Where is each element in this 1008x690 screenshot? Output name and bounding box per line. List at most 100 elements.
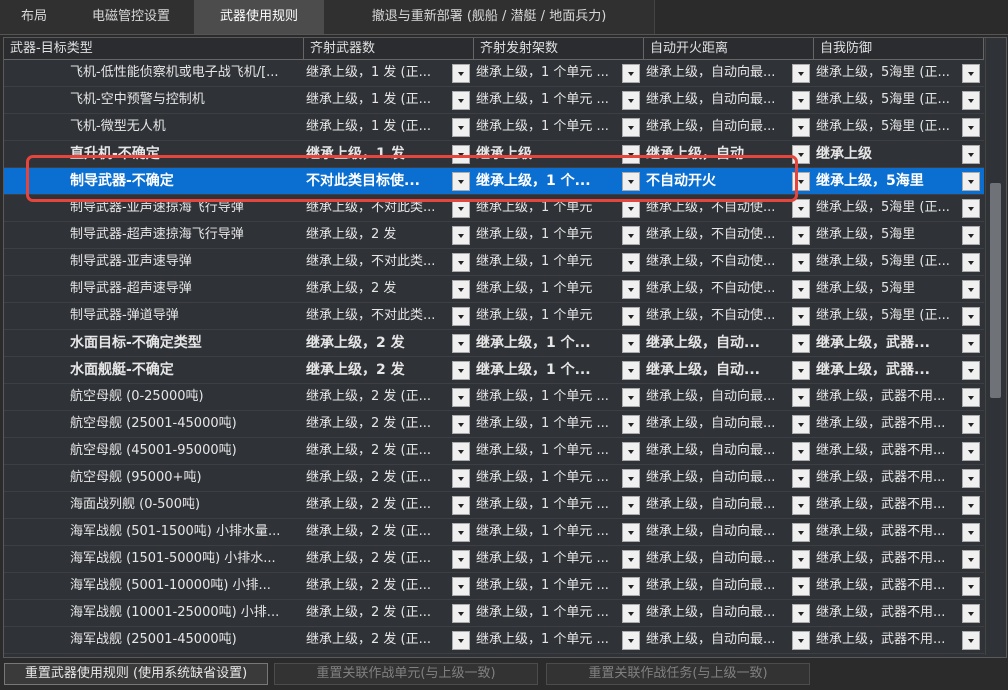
auto-fire-range-value[interactable]: 继承上级，自动向最...: [646, 546, 790, 572]
chevron-down-icon[interactable]: [622, 442, 640, 461]
chevron-down-icon[interactable]: [792, 118, 810, 137]
chevron-down-icon[interactable]: [792, 253, 810, 272]
chevron-down-icon[interactable]: [452, 442, 470, 461]
auto-fire-range-value[interactable]: 继承上级，自动向最...: [646, 465, 790, 491]
chevron-down-icon[interactable]: [962, 631, 980, 650]
vertical-scrollbar[interactable]: [985, 38, 1006, 655]
chevron-down-icon[interactable]: [792, 145, 810, 164]
chevron-down-icon[interactable]: [622, 91, 640, 110]
chevron-down-icon[interactable]: [962, 118, 980, 137]
salvo-launchers-value[interactable]: 继承上级，1 个单元 ...: [476, 627, 620, 653]
salvo-launchers-value[interactable]: 继承上级，1 个单元: [476, 249, 620, 275]
chevron-down-icon[interactable]: [792, 226, 810, 245]
self-defense-value[interactable]: 继承上级，武器不用...: [816, 438, 960, 464]
salvo-launchers-value[interactable]: 继承上级，1 个单元 ...: [476, 438, 620, 464]
self-defense-value[interactable]: 继承上级，武器不用...: [816, 465, 960, 491]
chevron-down-icon[interactable]: [622, 172, 640, 191]
chevron-down-icon[interactable]: [792, 577, 810, 596]
salvo-weapons-value[interactable]: 继承上级，2 发 (正...: [306, 573, 450, 599]
chevron-down-icon[interactable]: [622, 361, 640, 380]
table-row[interactable]: 直升机-不确定 继承上级，1 发继承上级 继承上级，自动... 继承上级: [4, 141, 984, 168]
chevron-down-icon[interactable]: [622, 64, 640, 83]
chevron-down-icon[interactable]: [622, 226, 640, 245]
chevron-down-icon[interactable]: [792, 469, 810, 488]
chevron-down-icon[interactable]: [452, 64, 470, 83]
table-row[interactable]: 海军战舰 (10001-25000吨) 小排... 继承上级，2 发 (正... 继…: [4, 600, 984, 627]
salvo-weapons-value[interactable]: 继承上级，2 发: [306, 276, 450, 302]
table-row[interactable]: 海面战列舰 (0-500吨) 继承上级，2 发 (正... 继承上级，1 个单元 .…: [4, 492, 984, 519]
auto-fire-range-value[interactable]: 继承上级，自动向最...: [646, 60, 790, 86]
salvo-launchers-value[interactable]: 继承上级，1 个单元 ...: [476, 114, 620, 140]
chevron-down-icon[interactable]: [452, 604, 470, 623]
chevron-down-icon[interactable]: [452, 334, 470, 353]
chevron-down-icon[interactable]: [962, 199, 980, 218]
table-row[interactable]: 航空母舰 (25001-45000吨) 继承上级，2 发 (正... 继承上级，1 …: [4, 411, 984, 438]
self-defense-value[interactable]: 继承上级，武器不用...: [816, 411, 960, 437]
chevron-down-icon[interactable]: [962, 64, 980, 83]
chevron-down-icon[interactable]: [622, 253, 640, 272]
table-row[interactable]: 航空母舰 (0-25000吨) 继承上级，2 发 (正... 继承上级，1 个单元 …: [4, 384, 984, 411]
self-defense-value[interactable]: 继承上级，武器不用...: [816, 573, 960, 599]
chevron-down-icon[interactable]: [622, 199, 640, 218]
self-defense-value[interactable]: 继承上级，5海里 (正...: [816, 87, 960, 113]
tab-layout[interactable]: 布局: [0, 0, 69, 34]
chevron-down-icon[interactable]: [622, 469, 640, 488]
table-row[interactable]: 制导武器-弹道导弹 继承上级，不对此类... 继承上级，1 个单元 继承上级，不自动使…: [4, 303, 984, 330]
table-row[interactable]: 水面目标-不确定类型 继承上级，2 发继承上级，1 个... 继承上级，自动... 继…: [4, 330, 984, 357]
chevron-down-icon[interactable]: [622, 307, 640, 326]
chevron-down-icon[interactable]: [622, 496, 640, 515]
salvo-weapons-value[interactable]: 继承上级，不对此类...: [306, 249, 450, 275]
self-defense-value[interactable]: 继承上级，5海里 (正...: [816, 60, 960, 86]
chevron-down-icon[interactable]: [792, 496, 810, 515]
auto-fire-range-value[interactable]: 继承上级，不自动使...: [646, 249, 790, 275]
chevron-down-icon[interactable]: [622, 415, 640, 434]
chevron-down-icon[interactable]: [962, 523, 980, 542]
table-row[interactable]: 航空母舰 (45001-95000吨) 继承上级，2 发 (正... 继承上级，1 …: [4, 438, 984, 465]
tab-emcon[interactable]: 电磁管控设置: [68, 0, 195, 34]
self-defense-value[interactable]: 继承上级，5海里: [816, 168, 960, 194]
auto-fire-range-value[interactable]: 继承上级，自动向最...: [646, 411, 790, 437]
chevron-down-icon[interactable]: [452, 415, 470, 434]
salvo-weapons-value[interactable]: 继承上级，不对此类...: [306, 195, 450, 221]
auto-fire-range-value[interactable]: 继承上级，自动向最...: [646, 600, 790, 626]
chevron-down-icon[interactable]: [792, 523, 810, 542]
salvo-launchers-value[interactable]: 继承上级，1 个单元 ...: [476, 384, 620, 410]
chevron-down-icon[interactable]: [792, 361, 810, 380]
self-defense-value[interactable]: 继承上级，武器不用...: [816, 384, 960, 410]
chevron-down-icon[interactable]: [452, 361, 470, 380]
chevron-down-icon[interactable]: [622, 280, 640, 299]
table-row[interactable]: 飞机-空中预警与控制机 继承上级，1 发 (正... 继承上级，1 个单元 ... 继…: [4, 87, 984, 114]
salvo-launchers-value[interactable]: 继承上级，1 个...: [476, 357, 620, 383]
self-defense-value[interactable]: 继承上级，5海里: [816, 276, 960, 302]
auto-fire-range-value[interactable]: 不自动开火: [646, 168, 790, 194]
chevron-down-icon[interactable]: [792, 334, 810, 353]
auto-fire-range-value[interactable]: 继承上级，自动向最...: [646, 438, 790, 464]
salvo-weapons-value[interactable]: 继承上级，2 发 (正...: [306, 600, 450, 626]
salvo-launchers-value[interactable]: 继承上级，1 个...: [476, 168, 620, 194]
chevron-down-icon[interactable]: [452, 307, 470, 326]
header-self-defense[interactable]: 自我防御: [814, 38, 984, 59]
table-row[interactable]: 制导武器-亚声速导弹 继承上级，不对此类... 继承上级，1 个单元 继承上级，不自动…: [4, 249, 984, 276]
chevron-down-icon[interactable]: [962, 496, 980, 515]
chevron-down-icon[interactable]: [452, 199, 470, 218]
self-defense-value[interactable]: 继承上级，武器不用...: [816, 600, 960, 626]
chevron-down-icon[interactable]: [452, 523, 470, 542]
self-defense-value[interactable]: 继承上级，5海里 (正...: [816, 195, 960, 221]
chevron-down-icon[interactable]: [452, 145, 470, 164]
chevron-down-icon[interactable]: [622, 631, 640, 650]
chevron-down-icon[interactable]: [622, 577, 640, 596]
auto-fire-range-value[interactable]: 继承上级，不自动使...: [646, 303, 790, 329]
header-auto-fire-range[interactable]: 自动开火距离: [644, 38, 814, 59]
salvo-weapons-value[interactable]: 继承上级，1 发 (正...: [306, 60, 450, 86]
tab-withdraw-redeploy[interactable]: 撤退与重新部署 (舰船 / 潜艇 / 地面兵力): [324, 0, 655, 34]
chevron-down-icon[interactable]: [962, 280, 980, 299]
salvo-weapons-value[interactable]: 继承上级，不对此类...: [306, 303, 450, 329]
chevron-down-icon[interactable]: [792, 280, 810, 299]
chevron-down-icon[interactable]: [452, 226, 470, 245]
salvo-weapons-value[interactable]: 继承上级，2 发 (正...: [306, 384, 450, 410]
table-row[interactable]: 制导武器-超声速导弹 继承上级，2 发继承上级，1 个单元 继承上级，不自动使...…: [4, 276, 984, 303]
auto-fire-range-value[interactable]: 继承上级，自动向最...: [646, 87, 790, 113]
salvo-weapons-value[interactable]: 继承上级，2 发: [306, 357, 450, 383]
chevron-down-icon[interactable]: [452, 388, 470, 407]
chevron-down-icon[interactable]: [622, 550, 640, 569]
